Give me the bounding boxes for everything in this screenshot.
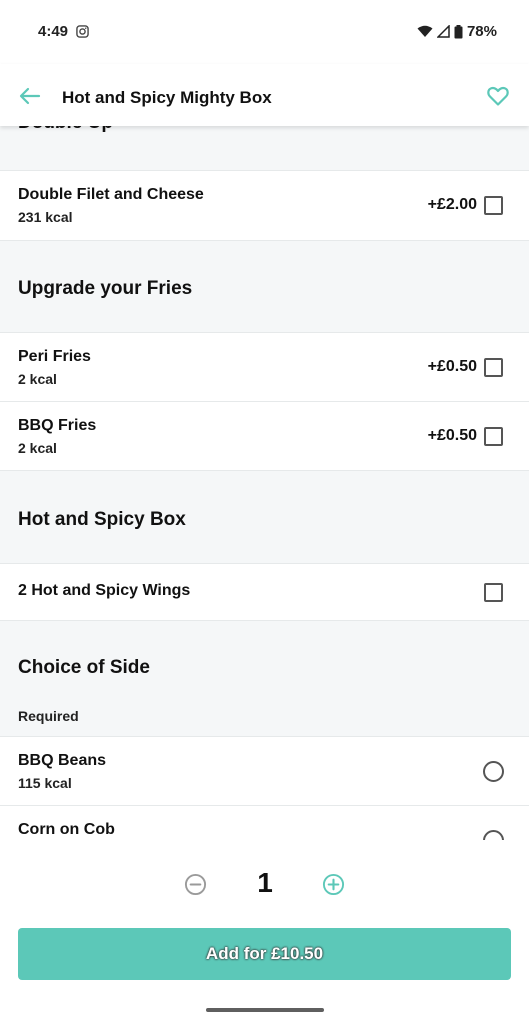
section-choice-of-side: Choice of Side Required: [0, 621, 529, 737]
option-name: Corn on Cob: [18, 821, 115, 838]
options-list[interactable]: Double Up Double Filet and Cheese 231 kc…: [0, 126, 529, 840]
option-kcal: 2 kcal: [18, 371, 57, 387]
option-name: Double Filet and Cheese: [18, 186, 204, 203]
option-kcal: 2 kcal: [18, 440, 57, 456]
option-corn-on-cob[interactable]: Corn on Cob: [0, 806, 529, 840]
option-bbq-fries[interactable]: BBQ Fries 2 kcal +£0.50: [0, 402, 529, 471]
section-title: Hot and Spicy Box: [18, 509, 186, 530]
add-to-order-button[interactable]: Add for £10.50: [18, 928, 511, 980]
add-button-label: Add for £10.50: [205, 944, 324, 963]
home-indicator[interactable]: [206, 1008, 324, 1012]
status-time: 4:49: [38, 23, 69, 40]
option-name: BBQ Fries: [18, 417, 97, 434]
option-kcal: 231 kcal: [18, 209, 73, 225]
app-header: Hot and Spicy Mighty Box: [0, 64, 529, 126]
checkbox[interactable]: [484, 196, 503, 215]
option-price: +£2.00: [427, 196, 477, 213]
checkbox[interactable]: [484, 358, 503, 377]
heart-outline-icon[interactable]: [486, 84, 510, 108]
section-title: Upgrade your Fries: [18, 278, 193, 299]
section-title: Double Up: [18, 126, 113, 134]
section-double-up: Double Up: [0, 126, 529, 171]
page-title: Hot and Spicy Mighty Box: [62, 88, 272, 107]
plus-circle-icon[interactable]: [322, 873, 345, 896]
option-price: +£0.50: [427, 358, 477, 375]
battery-icon: [454, 24, 463, 38]
section-title: Choice of Side: [18, 657, 150, 678]
arrow-left-icon[interactable]: [18, 84, 42, 108]
status-bar: 4:49 78%: [0, 0, 529, 64]
option-name: BBQ Beans: [18, 752, 107, 769]
required-label: Required: [18, 708, 79, 724]
option-peri-fries[interactable]: Peri Fries 2 kcal +£0.50: [0, 333, 529, 402]
battery-level: 78%: [466, 23, 497, 40]
quantity-value: 1: [257, 867, 273, 898]
section-hot-and-spicy-box: Hot and Spicy Box: [0, 471, 529, 564]
option-price: +£0.50: [427, 427, 477, 444]
option-hot-and-spicy-wings[interactable]: 2 Hot and Spicy Wings: [0, 564, 529, 621]
radio-button[interactable]: [483, 830, 504, 840]
wifi-icon: [417, 25, 433, 37]
options-content: Double Up Double Filet and Cheese 231 kc…: [0, 126, 529, 840]
checkbox[interactable]: [484, 427, 503, 446]
option-double-filet-and-cheese[interactable]: Double Filet and Cheese 231 kcal +£2.00: [0, 171, 529, 241]
status-icons: 78%: [417, 23, 497, 40]
section-upgrade-fries: Upgrade your Fries: [0, 241, 529, 333]
checkbox[interactable]: [484, 583, 503, 602]
minus-circle-icon[interactable]: [184, 873, 207, 896]
option-name: Peri Fries: [18, 348, 91, 365]
option-name: 2 Hot and Spicy Wings: [18, 582, 191, 599]
signal-icon: [436, 25, 450, 38]
option-kcal: 115 kcal: [18, 775, 72, 791]
option-bbq-beans[interactable]: BBQ Beans 115 kcal: [0, 737, 529, 806]
instagram-icon: [76, 25, 89, 38]
footer: 1 Add for £10.50: [0, 840, 529, 1024]
radio-button[interactable]: [483, 761, 504, 782]
